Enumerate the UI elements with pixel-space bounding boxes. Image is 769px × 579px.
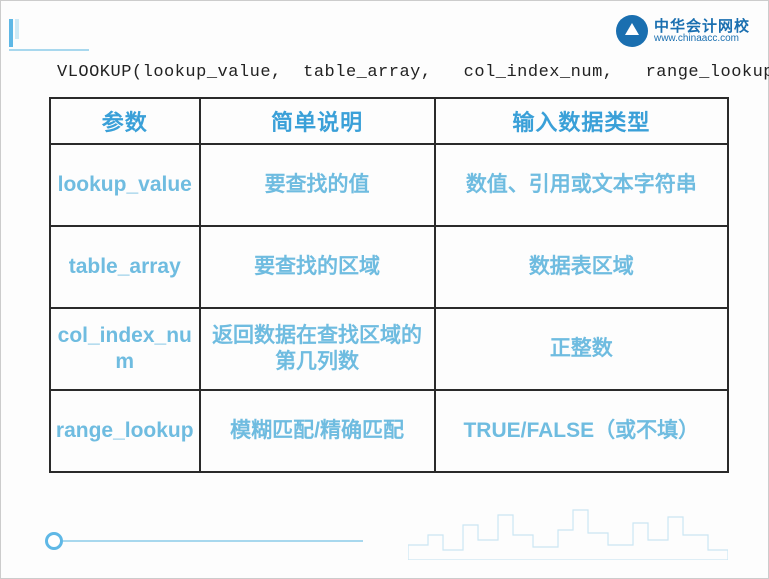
vlookup-params-table: 参数 简单说明 输入数据类型 lookup_value 要查找的值 数值、引用或… [49,97,729,473]
cell-type: 正整数 [435,308,728,390]
corner-decoration-bottom-left-circle [45,532,63,550]
cell-type: TRUE/FALSE（或不填） [435,390,728,472]
logo-text-url: www.chinaacc.com [654,34,750,44]
cell-type: 数据表区域 [435,226,728,308]
table-row: table_array 要查找的区域 数据表区域 [50,226,728,308]
cell-desc: 要查找的区域 [200,226,435,308]
corner-decoration-top-left [9,19,25,47]
cell-desc: 要查找的值 [200,144,435,226]
logo-text-cn: 中华会计网校 [654,19,750,34]
cell-param: range_lookup [50,390,200,472]
cell-param: lookup_value [50,144,200,226]
bottom-divider-line [63,540,363,542]
table-header-row: 参数 简单说明 输入数据类型 [50,98,728,144]
cell-param: table_array [50,226,200,308]
cell-param: col_index_num [50,308,200,390]
logo-icon [616,15,648,47]
header-desc: 简单说明 [200,98,435,144]
table-row: range_lookup 模糊匹配/精确匹配 TRUE/FALSE（或不填） [50,390,728,472]
header-param: 参数 [50,98,200,144]
cell-type: 数值、引用或文本字符串 [435,144,728,226]
top-divider-line [9,49,89,51]
brand-logo: 中华会计网校 www.chinaacc.com [616,15,750,47]
cell-desc: 返回数据在查找区域的第几列数 [200,308,435,390]
header-type: 输入数据类型 [435,98,728,144]
skyline-decoration [408,505,728,560]
table-row: lookup_value 要查找的值 数值、引用或文本字符串 [50,144,728,226]
cell-desc: 模糊匹配/精确匹配 [200,390,435,472]
table-row: col_index_num 返回数据在查找区域的第几列数 正整数 [50,308,728,390]
formula-text: VLOOKUP(lookup_value, table_array, col_i… [57,63,769,82]
